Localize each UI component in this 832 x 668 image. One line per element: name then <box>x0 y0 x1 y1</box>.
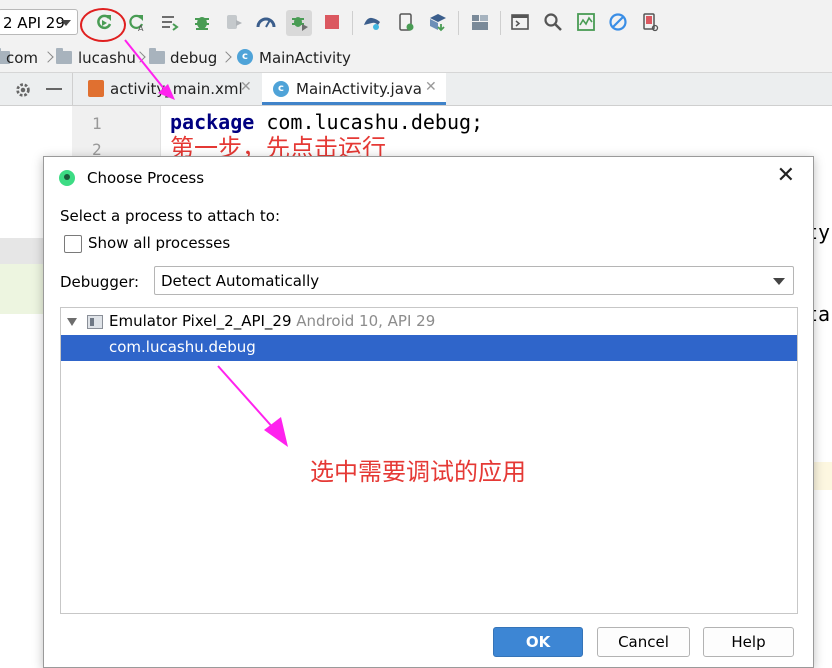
annotation-arrows <box>124 39 288 447</box>
annotation-arrow-2 <box>217 365 276 431</box>
annotation-arrowhead-1 <box>158 84 175 100</box>
annotation-arrow-1 <box>124 39 166 91</box>
